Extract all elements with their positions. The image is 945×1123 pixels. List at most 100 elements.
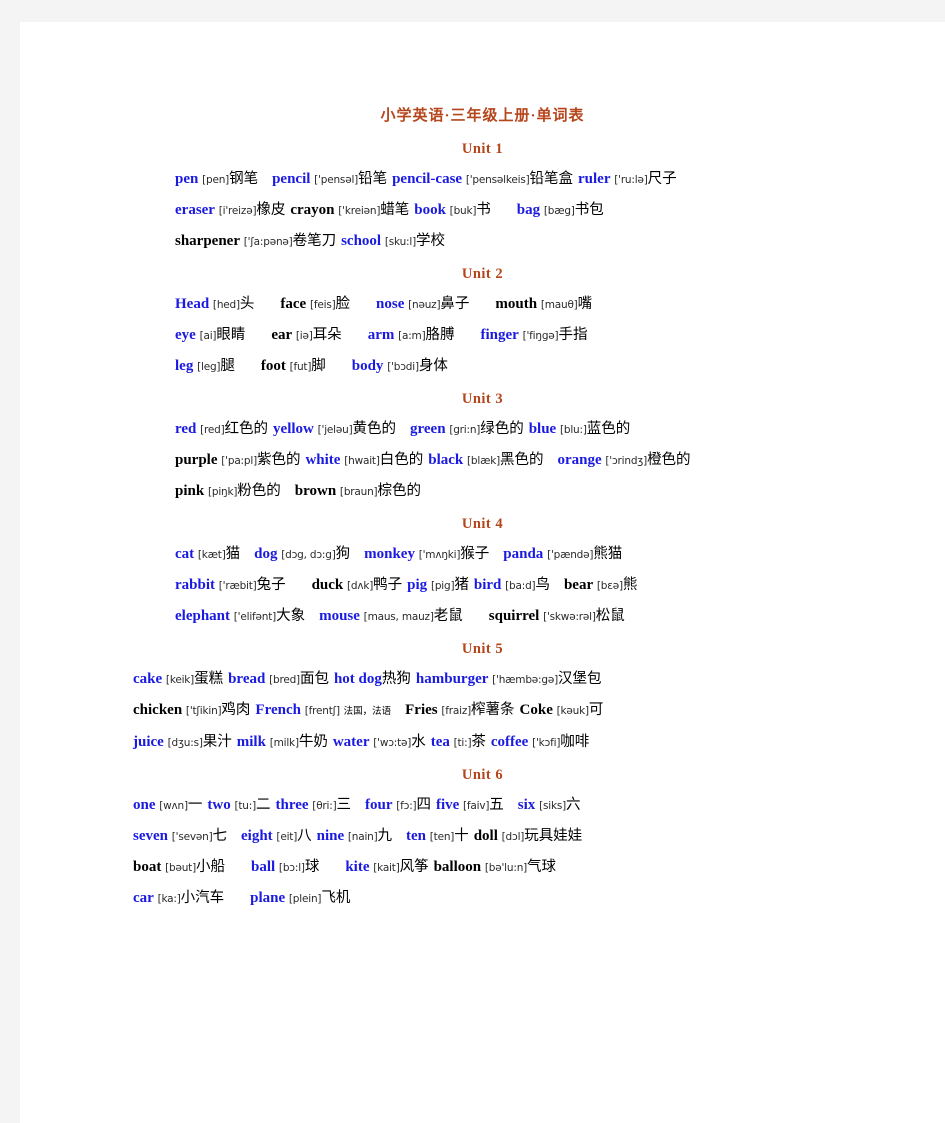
vocabulary-word: bear xyxy=(563,577,594,593)
phonetic-transcription: [faiv] xyxy=(463,800,490,812)
phonetic-transcription: [mauθ] xyxy=(540,299,578,311)
chinese-translation: 咖啡 xyxy=(560,734,590,750)
vocabulary-word: cat xyxy=(175,546,195,562)
chinese-translation: 兔子 xyxy=(256,577,286,593)
chinese-translation: 嘴 xyxy=(577,296,593,312)
chinese-translation: 球 xyxy=(304,859,320,875)
phonetic-transcription: ['skwə:rəl] xyxy=(543,611,596,623)
chinese-translation: 猴子 xyxy=(460,546,490,562)
phonetic-transcription: [blu:] xyxy=(559,424,587,436)
chinese-translation: 胳膊 xyxy=(425,327,455,343)
word-line: chicken ['tʃikin]鸡肉 French [frentʃ] 法国，法语… xyxy=(20,695,945,727)
phonetic-transcription: [ai] xyxy=(199,330,217,342)
vocabulary-word: pink xyxy=(175,483,205,499)
word-line: cat [kæt]猫 dog [dɔg, dɔ:g]狗 monkey ['mʌŋki… xyxy=(20,539,945,570)
phonetic-transcription: ['kɔfi] xyxy=(532,737,561,749)
vocabulary-word: body xyxy=(351,358,384,374)
chinese-translation: 九 xyxy=(377,828,393,844)
vocabulary-word: three xyxy=(275,797,309,813)
phonetic-transcription: [dɔg, dɔ:g] xyxy=(281,549,336,561)
chinese-translation: 大象 xyxy=(276,608,306,624)
vocabulary-word: pencil xyxy=(272,171,311,187)
phonetic-transcription: [maus, mauz] xyxy=(363,611,434,623)
phonetic-transcription: ['ræbit] xyxy=(218,580,257,592)
chinese-translation: 飞机 xyxy=(321,890,351,906)
chinese-translation: 玩具娃娃 xyxy=(524,828,583,844)
phonetic-transcription: [θri:] xyxy=(312,800,337,812)
chinese-translation: 白色的 xyxy=(379,452,424,468)
vocabulary-word: arm xyxy=(367,327,395,343)
phonetic-transcription: [eit] xyxy=(276,831,298,843)
phonetic-transcription: [bɔ:l] xyxy=(278,862,305,874)
unit-heading: Unit 6 xyxy=(461,767,504,783)
phonetic-transcription: [bred] xyxy=(269,674,300,686)
chinese-translation: 小汽车 xyxy=(180,890,225,906)
phonetic-transcription: [feis] xyxy=(309,299,336,311)
phonetic-transcription: [hwait] xyxy=(344,455,380,467)
chinese-translation: 紫色的 xyxy=(256,452,301,468)
vocabulary-word: elephant xyxy=(175,608,231,624)
chinese-translation: 耳朵 xyxy=(312,327,342,343)
phonetic-transcription: ['tʃikin] xyxy=(185,705,222,717)
phonetic-transcription: [ten] xyxy=(429,831,455,843)
vocabulary-word: doll xyxy=(473,828,498,844)
chinese-translation: 黑色的 xyxy=(499,452,544,468)
chinese-translation: 可 xyxy=(588,702,604,718)
vocabulary-word: four xyxy=(365,797,393,813)
vocabulary-word: tea xyxy=(430,734,450,750)
vocabulary-word: juice xyxy=(133,734,164,750)
unit-heading: Unit 4 xyxy=(461,516,504,532)
chinese-translation: 气球 xyxy=(527,859,557,875)
chinese-translation: 四 xyxy=(416,797,431,813)
chinese-translation: 蛋糕 xyxy=(194,671,224,687)
vocabulary-word: hot dog xyxy=(333,671,382,687)
vocabulary-word: pencil-case xyxy=(392,171,463,187)
vocabulary-word: bag xyxy=(516,202,541,218)
vocabulary-word: eye xyxy=(175,327,196,343)
vocabulary-word: ball xyxy=(250,859,276,875)
vocabulary-word: water xyxy=(332,734,370,750)
phonetic-transcription: [wʌn] xyxy=(159,800,188,812)
vocabulary-word: monkey xyxy=(364,546,415,562)
chinese-translation: 狗 xyxy=(335,546,351,562)
document-body: 小学英语·三年级上册·单词表 Unit 1 pen [pen]钢笔 pencil [… xyxy=(20,22,945,914)
phonetic-transcription: [i'reizə] xyxy=(218,205,257,217)
phonetic-transcription: [kait] xyxy=(373,862,400,874)
vocabulary-word: nose xyxy=(376,296,405,312)
vocabulary-word: car xyxy=(133,890,154,906)
phonetic-transcription: ['pensəl] xyxy=(314,174,359,186)
vocabulary-word: Head xyxy=(175,296,210,312)
phonetic-transcription: ['ʃa:pənə] xyxy=(243,236,293,248)
phonetic-transcription: [tu:] xyxy=(234,800,256,812)
chinese-translation: 学校 xyxy=(415,233,445,249)
chinese-translation: 红色的 xyxy=(224,421,269,437)
chinese-translation: 二 xyxy=(256,797,271,813)
chinese-translation: 茶 xyxy=(471,734,486,750)
chinese-translation: 热狗 xyxy=(381,671,411,687)
vocabulary-word: duck xyxy=(311,577,344,593)
vocabulary-word: eight xyxy=(241,828,273,844)
phonetic-transcription: ['ru:lə] xyxy=(614,174,648,186)
vocabulary-word: hamburger xyxy=(415,671,489,687)
phonetic-transcription: ['pa:pl] xyxy=(221,455,257,467)
vocabulary-word: mouth xyxy=(495,296,538,312)
vocabulary-word: nine xyxy=(316,828,345,844)
phonetic-transcription: [plein] xyxy=(288,893,322,905)
phonetic-transcription: [bɛə] xyxy=(596,580,623,592)
phonetic-transcription: [buk] xyxy=(449,205,477,217)
chinese-translation: 十 xyxy=(454,828,469,844)
chinese-translation: 八 xyxy=(297,828,312,844)
vocabulary-word: one xyxy=(133,797,156,813)
vocabulary-word: plane xyxy=(250,890,286,906)
chinese-translation: 粉色的 xyxy=(237,483,281,499)
phonetic-transcription: [kæt] xyxy=(197,549,226,561)
chinese-translation: 榨薯条 xyxy=(471,702,515,718)
page-title: 小学英语·三年级上册·单词表 xyxy=(380,108,585,124)
vocabulary-word: seven xyxy=(133,828,168,844)
phonetic-transcription: [dʒu:s] xyxy=(167,737,203,749)
phonetic-transcription: [pen] xyxy=(202,174,230,186)
vocabulary-word: bird xyxy=(473,577,502,593)
chinese-translation: 鸭子 xyxy=(373,577,403,593)
chinese-translation: 钢笔 xyxy=(229,171,259,187)
phonetic-transcription: ['ɔrindʒ] xyxy=(605,455,648,467)
